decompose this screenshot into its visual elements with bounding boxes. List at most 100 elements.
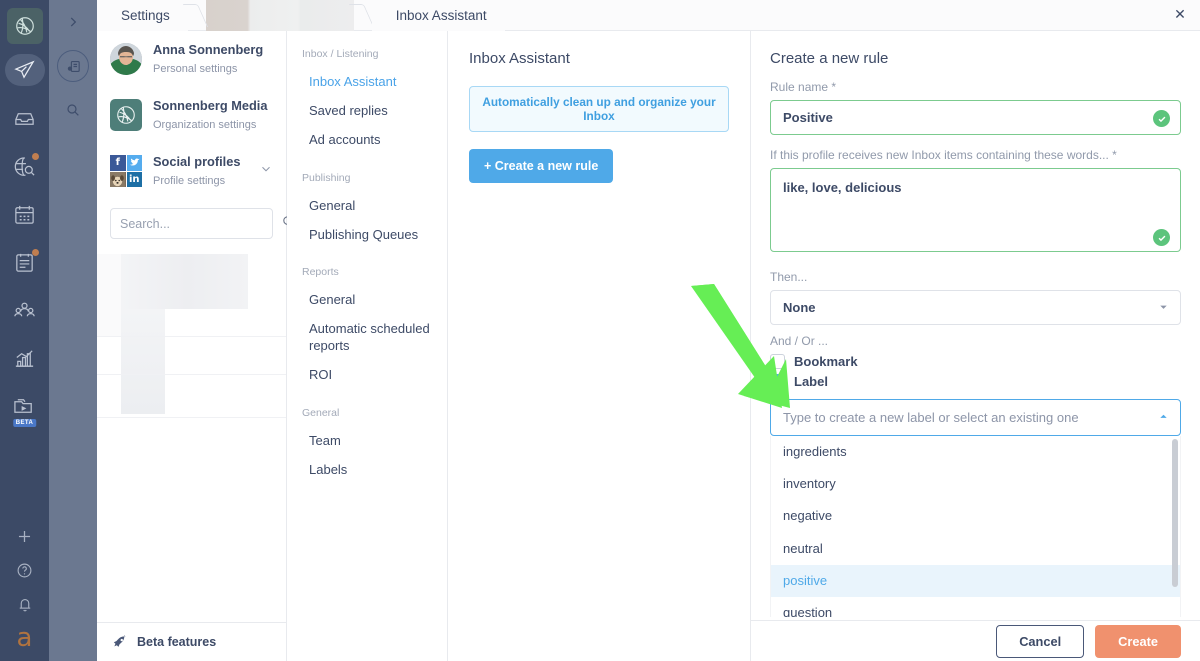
profile-item-organization[interactable]: Sonnenberg Media Organization settings bbox=[97, 87, 286, 143]
subnav-search-button[interactable] bbox=[49, 88, 97, 132]
rail-item-calendar[interactable] bbox=[3, 192, 47, 236]
list-item[interactable]: question bbox=[771, 597, 1180, 617]
breadcrumb-redacted bbox=[206, 0, 354, 31]
brand-logo[interactable] bbox=[7, 8, 43, 44]
sidebar-item-publishing-queues[interactable]: Publishing Queues bbox=[287, 221, 447, 250]
profile-item-personal[interactable]: Anna Sonnenberg Personal settings bbox=[97, 31, 286, 87]
nav-group-title: Inbox / Listening bbox=[287, 48, 447, 60]
search-input[interactable] bbox=[120, 217, 281, 231]
profile-search-wrap bbox=[97, 199, 286, 239]
rocket-icon bbox=[111, 634, 128, 651]
label-checkbox[interactable] bbox=[770, 374, 785, 389]
profile-subtitle: Organization settings bbox=[153, 119, 256, 131]
form-title: Create a new rule bbox=[770, 50, 1181, 67]
notification-dot bbox=[32, 153, 39, 160]
rule-name-label: Rule name * bbox=[770, 80, 1181, 94]
scrollbar-thumb[interactable] bbox=[1172, 439, 1178, 587]
chevron-up-icon[interactable] bbox=[1158, 410, 1169, 425]
list-item[interactable]: neutral bbox=[771, 533, 1180, 565]
dog-photo-icon bbox=[110, 172, 125, 187]
bookmark-checkbox[interactable] bbox=[770, 354, 785, 369]
form-footer: Cancel Create bbox=[751, 620, 1200, 661]
rail-item-analytics[interactable] bbox=[3, 336, 47, 380]
rail-item-inbox[interactable] bbox=[3, 96, 47, 140]
rail-item-listening[interactable] bbox=[3, 144, 47, 188]
people-group-icon bbox=[13, 299, 36, 322]
rail-item-add[interactable] bbox=[3, 519, 47, 553]
sidebar-item-saved-replies[interactable]: Saved replies bbox=[287, 97, 447, 126]
list-item[interactable]: ingredients bbox=[771, 436, 1180, 468]
create-button[interactable]: Create bbox=[1095, 625, 1181, 658]
search-box[interactable] bbox=[110, 208, 273, 239]
plus-icon bbox=[15, 527, 34, 546]
sidebar-item-team[interactable]: Team bbox=[287, 427, 447, 456]
check-icon bbox=[773, 377, 783, 387]
collapsed-subnav bbox=[49, 0, 97, 661]
facebook-icon: f bbox=[110, 155, 126, 171]
sidebar-item-publishing-general[interactable]: General bbox=[287, 192, 447, 221]
expand-panel-button[interactable] bbox=[49, 0, 97, 44]
bar-chart-icon bbox=[13, 347, 36, 370]
video-folder-icon bbox=[13, 395, 36, 418]
linkedin-icon: in bbox=[127, 172, 143, 188]
social-network-icons: f in bbox=[110, 155, 142, 187]
rail-item-team[interactable] bbox=[3, 288, 47, 332]
settings-window: BETA a bbox=[0, 0, 1200, 661]
sidebar-item-automatic-scheduled-reports[interactable]: Automatic scheduled reports bbox=[287, 315, 447, 361]
then-select[interactable]: None bbox=[770, 290, 1181, 325]
rail-item-help[interactable] bbox=[3, 553, 47, 587]
rail-item-video[interactable]: BETA bbox=[3, 384, 47, 428]
calendar-icon bbox=[13, 203, 36, 226]
list-item[interactable]: inventory bbox=[771, 468, 1180, 500]
rail-item-notifications[interactable] bbox=[3, 587, 47, 621]
rule-name-input[interactable] bbox=[770, 100, 1181, 135]
rail-item-publish[interactable] bbox=[3, 48, 47, 92]
profile-name: Social profiles bbox=[153, 154, 240, 169]
beta-features-label: Beta features bbox=[137, 635, 216, 649]
account-logo-letter: a bbox=[17, 625, 33, 651]
cancel-button[interactable]: Cancel bbox=[996, 625, 1084, 658]
label-checkbox-row[interactable]: Label bbox=[770, 374, 1181, 389]
nav-group-general: General Team Labels bbox=[287, 407, 447, 485]
chevron-separator-icon bbox=[354, 0, 372, 31]
bookmark-checkbox-row[interactable]: Bookmark bbox=[770, 354, 1181, 369]
words-label: If this profile receives new Inbox items… bbox=[770, 148, 1181, 162]
paper-plane-icon bbox=[13, 59, 36, 82]
profile-photo-icon bbox=[110, 172, 126, 188]
breadcrumb-inbox-assistant[interactable]: Inbox Assistant bbox=[372, 0, 505, 31]
words-textarea[interactable]: like, love, delicious bbox=[770, 168, 1181, 252]
create-new-rule-button[interactable]: + Create a new rule bbox=[469, 149, 613, 183]
sidebar-item-reports-general[interactable]: General bbox=[287, 286, 447, 315]
redacted-profile-list bbox=[97, 254, 286, 414]
list-item-selected[interactable]: positive bbox=[771, 565, 1180, 597]
app-nav-rail: BETA a bbox=[0, 0, 49, 661]
sidebar-item-inbox-assistant[interactable]: Inbox Assistant bbox=[287, 68, 447, 97]
settings-nav-panel: Inbox / Listening Inbox Assistant Saved … bbox=[287, 31, 448, 661]
label-options-list[interactable]: ingredients inventory negative neutral p… bbox=[770, 436, 1181, 617]
sidebar-item-labels[interactable]: Labels bbox=[287, 456, 447, 485]
info-banner: Automatically clean up and organize your… bbox=[469, 86, 729, 132]
rail-item-reports[interactable] bbox=[3, 240, 47, 284]
then-label: Then... bbox=[770, 270, 1181, 284]
account-avatar[interactable]: a bbox=[3, 621, 47, 655]
profile-name: Anna Sonnenberg bbox=[153, 42, 263, 57]
bell-icon bbox=[16, 595, 34, 613]
sidebar-item-ad-accounts[interactable]: Ad accounts bbox=[287, 126, 447, 155]
close-icon[interactable]: ✕ bbox=[1168, 3, 1192, 27]
nav-group-title: Publishing bbox=[287, 172, 447, 184]
beta-features-link[interactable]: Beta features bbox=[97, 622, 286, 661]
inbox-assistant-panel: Inbox Assistant Automatically clean up a… bbox=[448, 31, 751, 661]
sidebar-item-roi[interactable]: ROI bbox=[287, 361, 447, 390]
nav-group-title: General bbox=[287, 407, 447, 419]
list-item[interactable]: negative bbox=[771, 500, 1180, 532]
compose-button[interactable] bbox=[49, 44, 97, 88]
chevron-down-icon[interactable] bbox=[259, 162, 273, 181]
page-title: Inbox Assistant bbox=[469, 50, 729, 67]
breadcrumb-settings[interactable]: Settings bbox=[97, 0, 188, 31]
words-field-wrap: like, love, delicious bbox=[770, 168, 1181, 257]
person-photo-icon bbox=[110, 43, 142, 75]
profile-item-social[interactable]: f in bbox=[97, 143, 286, 199]
profile-name: Sonnenberg Media bbox=[153, 98, 267, 113]
compose-badge-icon bbox=[65, 58, 82, 75]
label-combobox[interactable]: Type to create a new label or select an … bbox=[770, 399, 1181, 436]
